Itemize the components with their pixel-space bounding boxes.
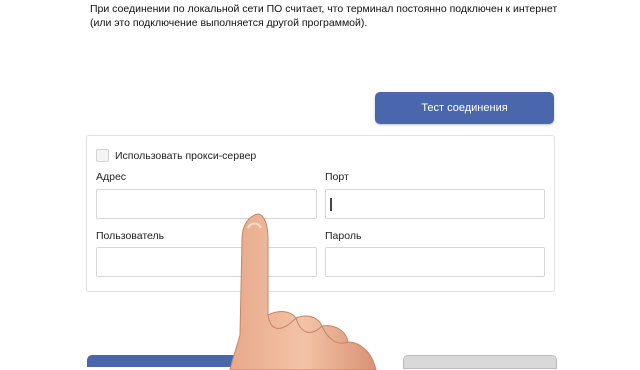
use-proxy-checkbox[interactable] <box>96 149 109 162</box>
port-label: Порт <box>325 171 349 183</box>
use-proxy-row[interactable]: Использовать прокси-сервер <box>96 149 256 162</box>
bottom-secondary-button[interactable] <box>403 355 557 369</box>
address-label: Адрес <box>96 171 127 183</box>
notice-line-1: При соединении по локальной сети ПО счит… <box>90 3 558 15</box>
use-proxy-label: Использовать прокси-сервер <box>115 149 257 162</box>
test-connection-button[interactable]: Тест соединения <box>375 92 554 124</box>
notice-line-2: (или это подключение выполняется другой … <box>90 17 368 29</box>
pointing-hand-icon <box>229 213 377 370</box>
connection-notice: При соединении по локальной сети ПО счит… <box>90 2 560 30</box>
